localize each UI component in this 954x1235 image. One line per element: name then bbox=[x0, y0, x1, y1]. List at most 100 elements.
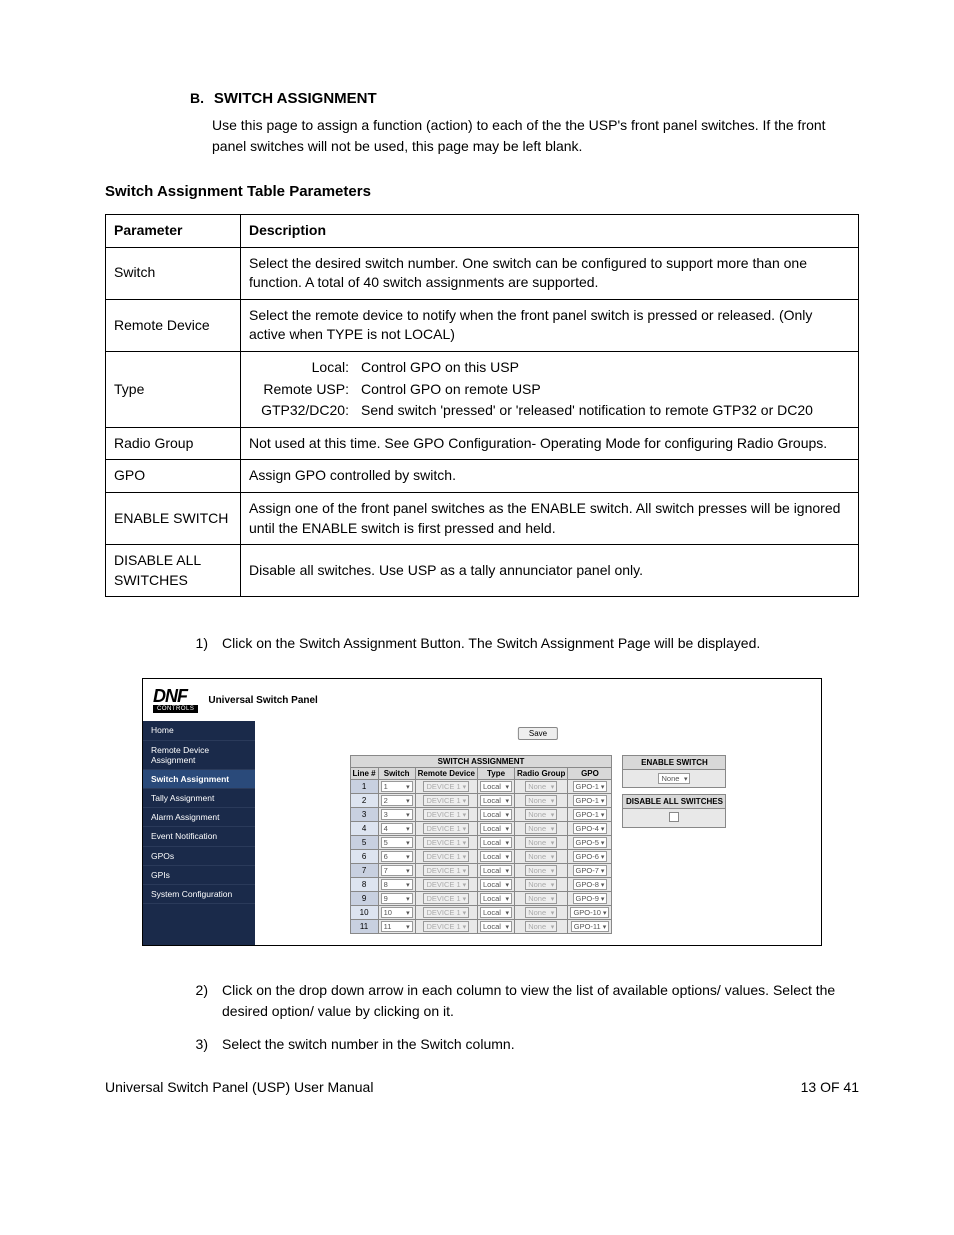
chevron-down-icon: ▾ bbox=[551, 867, 555, 875]
section-heading: B. SWITCH ASSIGNMENT bbox=[190, 90, 859, 107]
cell-select[interactable]: Local▾ bbox=[480, 893, 512, 904]
chevron-down-icon: ▾ bbox=[463, 811, 467, 819]
chevron-down-icon: ▾ bbox=[406, 839, 410, 847]
sidebar-item[interactable]: Alarm Assignment bbox=[143, 808, 255, 827]
cell-select[interactable]: 5▾ bbox=[381, 837, 413, 848]
cell-select[interactable]: GPO-1▾ bbox=[573, 809, 608, 820]
sa-col-header: GPO bbox=[568, 768, 612, 780]
cell-select[interactable]: 4▾ bbox=[381, 823, 413, 834]
cell-line: 6 bbox=[350, 850, 378, 864]
cell-select[interactable]: GPO-10▾ bbox=[570, 907, 609, 918]
cell-select[interactable]: GPO-1▾ bbox=[573, 795, 608, 806]
cell-select: DEVICE 1▾ bbox=[423, 893, 469, 904]
disable-all-checkbox[interactable] bbox=[669, 812, 679, 822]
cell-select[interactable]: Local▾ bbox=[480, 851, 512, 862]
sidebar-item[interactable]: Home bbox=[143, 721, 255, 740]
param-name: ENABLE SWITCH bbox=[106, 492, 241, 544]
cell-select[interactable]: 7▾ bbox=[381, 865, 413, 876]
cell-select[interactable]: GPO-9▾ bbox=[573, 893, 608, 904]
table-row: 66▾DEVICE 1▾Local▾None▾GPO-6▾ bbox=[350, 850, 612, 864]
cell-select[interactable]: GPO-4▾ bbox=[573, 823, 608, 834]
sidebar-item[interactable]: System Configuration bbox=[143, 885, 255, 904]
cell-select: DEVICE 1▾ bbox=[423, 865, 469, 876]
table-row: 22▾DEVICE 1▾Local▾None▾GPO-1▾ bbox=[350, 794, 612, 808]
param-desc: Select the desired switch number. One sw… bbox=[241, 247, 859, 299]
cell-select: None▾ bbox=[525, 893, 557, 904]
cell-select[interactable]: 1▾ bbox=[381, 781, 413, 792]
cell-select[interactable]: Local▾ bbox=[480, 781, 512, 792]
chevron-down-icon: ▾ bbox=[601, 783, 605, 791]
step-text: Click on the Switch Assignment Button. T… bbox=[222, 633, 859, 654]
cell-select: DEVICE 1▾ bbox=[423, 851, 469, 862]
chevron-down-icon: ▾ bbox=[505, 909, 509, 917]
cell-select[interactable]: GPO-11▾ bbox=[571, 921, 609, 932]
cell-select[interactable]: Local▾ bbox=[480, 809, 512, 820]
param-name: GPO bbox=[106, 460, 241, 493]
chevron-down-icon: ▾ bbox=[601, 881, 605, 889]
chevron-down-icon: ▾ bbox=[406, 881, 410, 889]
cell-select[interactable]: GPO-6▾ bbox=[573, 851, 608, 862]
cell-select[interactable]: Local▾ bbox=[480, 865, 512, 876]
cell-select[interactable]: Local▾ bbox=[480, 879, 512, 890]
chevron-down-icon: ▾ bbox=[505, 923, 509, 931]
cell-select[interactable]: Local▾ bbox=[480, 795, 512, 806]
chevron-down-icon: ▾ bbox=[551, 909, 555, 917]
cell-select[interactable]: 9▾ bbox=[381, 893, 413, 904]
param-name: Switch bbox=[106, 247, 241, 299]
app-screenshot: DNF CONTROLS Universal Switch Panel Home… bbox=[142, 678, 822, 946]
sidebar-item[interactable]: Tally Assignment bbox=[143, 789, 255, 808]
cell-select: None▾ bbox=[525, 823, 557, 834]
cell-select[interactable]: GPO-8▾ bbox=[573, 879, 608, 890]
cell-select[interactable]: 3▾ bbox=[381, 809, 413, 820]
sidebar-item[interactable]: Remote Device Assignment bbox=[143, 741, 255, 770]
chevron-down-icon: ▾ bbox=[505, 825, 509, 833]
cell-select: DEVICE 1▾ bbox=[423, 781, 469, 792]
sidebar-item[interactable]: GPIs bbox=[143, 866, 255, 885]
param-name: DISABLE ALL SWITCHES bbox=[106, 545, 241, 597]
chevron-down-icon: ▾ bbox=[551, 853, 555, 861]
cell-select: None▾ bbox=[525, 865, 557, 876]
cell-select[interactable]: 2▾ bbox=[381, 795, 413, 806]
chevron-down-icon: ▾ bbox=[551, 811, 555, 819]
chevron-down-icon: ▾ bbox=[463, 853, 467, 861]
chevron-down-icon: ▾ bbox=[505, 853, 509, 861]
table-row: 88▾DEVICE 1▾Local▾None▾GPO-8▾ bbox=[350, 878, 612, 892]
param-name: Type bbox=[106, 351, 241, 427]
chevron-down-icon: ▾ bbox=[505, 839, 509, 847]
cell-select[interactable]: Local▾ bbox=[480, 837, 512, 848]
cell-select[interactable]: Local▾ bbox=[480, 907, 512, 918]
cell-select[interactable]: 11▾ bbox=[381, 921, 413, 932]
chevron-down-icon: ▾ bbox=[601, 853, 605, 861]
page-footer: Universal Switch Panel (USP) User Manual… bbox=[105, 1079, 859, 1095]
save-button[interactable]: Save bbox=[518, 727, 558, 740]
cell-select: None▾ bbox=[525, 781, 557, 792]
param-desc: Assign one of the front panel switches a… bbox=[241, 492, 859, 544]
step-number: 3) bbox=[190, 1034, 222, 1055]
cell-select[interactable]: GPO-5▾ bbox=[573, 837, 608, 848]
cell-select[interactable]: Local▾ bbox=[480, 823, 512, 834]
sidebar-item[interactable]: Switch Assignment bbox=[143, 770, 255, 789]
enable-switch-panel: ENABLE SWITCH None▾ bbox=[622, 755, 726, 788]
step-text: Select the switch number in the Switch c… bbox=[222, 1034, 859, 1055]
sa-col-header: Line # bbox=[350, 768, 378, 780]
chevron-down-icon: ▾ bbox=[463, 825, 467, 833]
chevron-down-icon: ▾ bbox=[505, 867, 509, 875]
step-number: 1) bbox=[190, 633, 222, 654]
param-name: Remote Device bbox=[106, 299, 241, 351]
table-row: 55▾DEVICE 1▾Local▾None▾GPO-5▾ bbox=[350, 836, 612, 850]
chevron-down-icon: ▾ bbox=[406, 923, 410, 931]
cell-select[interactable]: Local▾ bbox=[480, 921, 512, 932]
section-title: SWITCH ASSIGNMENT bbox=[214, 90, 377, 107]
cell-select[interactable]: 10▾ bbox=[381, 907, 413, 918]
chevron-down-icon: ▾ bbox=[601, 797, 605, 805]
sidebar-item[interactable]: GPOs bbox=[143, 847, 255, 866]
cell-select[interactable]: 6▾ bbox=[381, 851, 413, 862]
sidebar-item[interactable]: Event Notification bbox=[143, 827, 255, 846]
enable-switch-select[interactable]: None▾ bbox=[658, 773, 690, 784]
chevron-down-icon: ▾ bbox=[551, 895, 555, 903]
table-row: 11▾DEVICE 1▾Local▾None▾GPO-1▾ bbox=[350, 780, 612, 794]
cell-select[interactable]: GPO-7▾ bbox=[573, 865, 608, 876]
cell-line: 7 bbox=[350, 864, 378, 878]
cell-select[interactable]: 8▾ bbox=[381, 879, 413, 890]
cell-select[interactable]: GPO-1▾ bbox=[573, 781, 608, 792]
